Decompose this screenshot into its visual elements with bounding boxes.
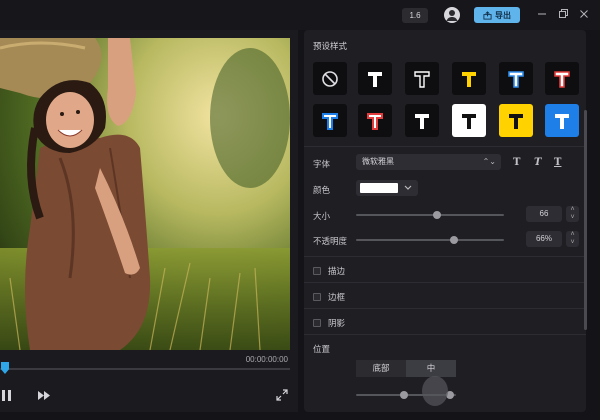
preset-none[interactable] — [313, 62, 347, 95]
divider — [304, 146, 586, 147]
shadow-label: 阴影 — [328, 318, 346, 328]
divider — [304, 282, 586, 283]
stroke-option[interactable]: 描边 — [313, 265, 345, 277]
preset-white-box[interactable] — [452, 104, 486, 137]
opacity-slider-knob[interactable] — [449, 236, 458, 244]
close-button[interactable] — [578, 8, 590, 20]
border-option[interactable]: 边框 — [313, 291, 345, 303]
timeline-playhead[interactable] — [1, 362, 9, 374]
border-label: 边框 — [328, 292, 346, 302]
preset-yellow[interactable] — [452, 62, 486, 95]
export-icon — [483, 10, 492, 20]
preset-blue-glow[interactable] — [499, 62, 533, 95]
italic-text-icon[interactable]: T — [534, 157, 541, 168]
position-slider-knob-left[interactable] — [400, 391, 408, 399]
stroke-label: 描边 — [328, 266, 346, 276]
position-bottom-option[interactable]: 底部 — [356, 360, 406, 377]
export-button[interactable]: 导出 — [474, 7, 520, 23]
preset-red-stroke[interactable] — [358, 104, 392, 137]
preset-styles-title: 预设样式 — [313, 41, 348, 51]
size-stepper[interactable]: ˄ ˅ — [566, 206, 579, 222]
color-label: 颜色 — [313, 185, 331, 195]
opacity-input[interactable]: 66% — [526, 231, 562, 247]
preset-plain-white[interactable] — [405, 104, 439, 137]
opacity-slider-track[interactable] — [356, 239, 504, 241]
divider — [304, 256, 586, 257]
timeline-track[interactable] — [0, 368, 290, 370]
opacity-stepper[interactable]: ˄ ˅ — [566, 231, 579, 247]
divider — [304, 334, 586, 335]
position-middle-option[interactable]: 中 — [406, 360, 456, 377]
size-slider-knob[interactable] — [433, 211, 442, 219]
color-picker[interactable] — [356, 180, 418, 196]
cursor-loading-indicator — [422, 376, 448, 406]
shadow-option[interactable]: 阴影 — [313, 317, 345, 329]
fullscreen-icon[interactable] — [276, 389, 288, 403]
text-style-panel: 预设样式 字体 微软雅黑 ⌃⌄ T T T 颜色 大小 66 ˄ ˅ 不透明度 … — [304, 30, 586, 412]
minimize-button[interactable] — [536, 8, 548, 20]
video-preview-panel: 00:00:00:00 — [0, 30, 298, 412]
export-label: 导出 — [495, 10, 511, 20]
pause-icon[interactable] — [2, 390, 11, 403]
chevron-down-icon — [404, 185, 412, 190]
version-badge: 1.6 — [402, 8, 428, 23]
next-frame-icon[interactable] — [38, 391, 50, 402]
color-swatch — [360, 183, 398, 193]
title-bar: 1.6 导出 — [0, 0, 600, 30]
maximize-button[interactable] — [557, 8, 569, 20]
preset-red-outline[interactable] — [545, 62, 579, 95]
underline-text-icon[interactable]: T — [554, 157, 561, 168]
position-label: 位置 — [313, 344, 331, 354]
preset-blue-box[interactable] — [545, 104, 579, 137]
timecode-display: 00:00:00:00 — [245, 355, 288, 364]
font-select-value: 微软雅黑 — [362, 157, 394, 166]
preset-outline-white[interactable] — [405, 62, 439, 95]
stroke-checkbox[interactable] — [313, 267, 321, 275]
panel-scrollbar[interactable] — [584, 110, 587, 330]
font-select[interactable]: 微软雅黑 ⌃⌄ — [356, 154, 501, 170]
divider — [304, 308, 586, 309]
user-avatar-icon[interactable] — [444, 7, 460, 23]
font-label: 字体 — [313, 159, 331, 169]
shadow-checkbox[interactable] — [313, 319, 321, 327]
opacity-label: 不透明度 — [313, 236, 348, 246]
bold-text-icon[interactable]: T — [513, 157, 520, 168]
preview-image — [0, 38, 290, 350]
size-input[interactable]: 66 — [526, 206, 562, 222]
chevron-updown-icon: ⌃⌄ — [482, 157, 496, 166]
size-slider-track[interactable] — [356, 214, 504, 216]
preset-blue-outline[interactable] — [313, 104, 347, 137]
preset-white-on-black[interactable] — [358, 62, 392, 95]
size-label: 大小 — [313, 211, 331, 221]
preset-yellow-box[interactable] — [499, 104, 533, 137]
border-checkbox[interactable] — [313, 293, 321, 301]
